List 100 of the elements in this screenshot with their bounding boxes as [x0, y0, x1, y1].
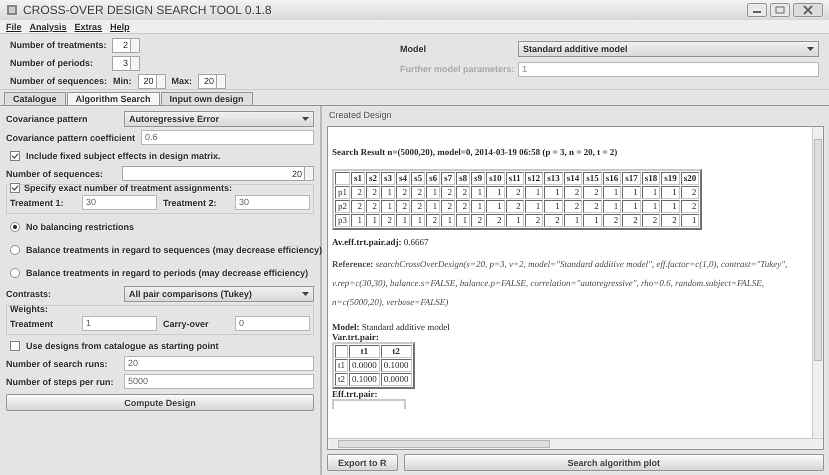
column-header: t2 [380, 345, 412, 358]
radio-button[interactable] [10, 222, 20, 232]
table-cell: 1 [471, 186, 486, 199]
table-cell: 1 [602, 200, 622, 213]
table-cell: 2 [583, 200, 602, 213]
field-label: Number of sequences: [6, 168, 104, 178]
table-cell: 2 [506, 200, 524, 213]
vertical-scrollbar[interactable] [812, 127, 823, 438]
table-cell: 1 [381, 186, 396, 199]
tab[interactable]: Catalogue [4, 92, 66, 105]
column-header: s11 [506, 172, 524, 185]
table-cell: 2 [426, 214, 440, 227]
table-cell [335, 345, 348, 358]
table-cell: 2 [564, 186, 582, 199]
table-cell: 2 [456, 200, 470, 213]
menu-item[interactable]: Analysis [30, 22, 67, 32]
column-header: s17 [622, 172, 641, 185]
field-label: Further model parameters: [400, 64, 512, 74]
table-cell: 2 [381, 214, 396, 227]
table-cell: 1 [366, 214, 380, 227]
table-cell: 2 [396, 200, 410, 213]
table-cell: 1 [642, 200, 660, 213]
menu-item[interactable]: File [6, 22, 22, 32]
section-title: Eff.trt.pair: [332, 389, 378, 399]
window-title: CROSS-OVER DESIGN SEARCH TOOL 0.1.8 [23, 3, 273, 17]
maximize-icon[interactable] [770, 3, 790, 17]
minimize-icon[interactable] [747, 3, 767, 17]
field-label: Min: [113, 76, 132, 86]
model-dropdown[interactable]: Standard additive model [518, 41, 819, 57]
text-field[interactable]: 20 [124, 356, 314, 371]
row-header: p2 [335, 200, 350, 213]
checkbox-label: Use designs from catalogue as starting point [26, 340, 219, 350]
checkbox[interactable] [10, 183, 20, 193]
table-cell: 0.0000 [349, 359, 380, 372]
table-cell: 1 [396, 214, 410, 227]
column-header: t1 [349, 345, 380, 358]
table-cell: 2 [661, 214, 680, 227]
table-cell: 2 [564, 200, 582, 213]
spinner-field[interactable]: 20 [138, 74, 166, 88]
table-cell: 0.1000 [349, 373, 380, 386]
tab[interactable]: Algorithm Search [66, 92, 160, 105]
field-label: Treatment 2: [163, 198, 218, 208]
table-cell: 1 [622, 200, 641, 213]
menu-item[interactable]: Help [110, 22, 130, 32]
checkbox-label: Specify exact number of treatment assignments: [24, 183, 232, 193]
table-cell: 1 [544, 200, 563, 213]
text-field[interactable]: 30 [235, 195, 310, 210]
spinner-field[interactable]: 20 [122, 166, 314, 181]
table-cell: 2 [486, 214, 505, 227]
spinner-field[interactable]: 2 [112, 38, 140, 52]
field-label: Model [400, 44, 427, 54]
table-cell: 1 [661, 186, 680, 199]
text-field[interactable]: 0 [235, 316, 310, 331]
field-label: Treatment [10, 318, 54, 328]
radio-button[interactable] [10, 245, 20, 255]
table-cell: 1 [441, 214, 456, 227]
table-cell: 1 [486, 200, 505, 213]
table-cell: 1 [524, 200, 544, 213]
export-button[interactable]: Export to R [327, 454, 398, 471]
group-label: Weights: [10, 304, 48, 314]
compute-design-button[interactable]: Compute Design [6, 394, 314, 411]
spinner-field[interactable]: 20 [198, 74, 226, 88]
table-cell: 1 [661, 200, 680, 213]
field-label: Number of search runs: [6, 358, 109, 368]
spinner-field[interactable]: 3 [112, 56, 140, 70]
table-cell: 1 [381, 200, 396, 213]
table-cell: 2 [583, 186, 602, 199]
close-icon[interactable] [793, 3, 823, 17]
table-cell: 1 [506, 214, 524, 227]
checkbox[interactable] [10, 340, 20, 350]
efficiency-text: Av.eff.trt.pair.adj: 0.6667 [332, 236, 430, 249]
field-label: Carry-over [163, 318, 210, 328]
radio-label: No balancing restrictions [26, 222, 134, 232]
table-cell: 2 [602, 214, 622, 227]
text-field[interactable]: 5000 [124, 374, 314, 389]
checkbox[interactable] [10, 150, 20, 160]
covariance-dropdown[interactable]: Autoregressive Error [124, 111, 314, 127]
column-header: s2 [366, 172, 380, 185]
column-header: s9 [471, 172, 486, 185]
column-header: s20 [680, 172, 700, 185]
column-header: s4 [396, 172, 410, 185]
table-cell: 1 [426, 186, 440, 199]
result-heading: Search Result n=(5000,20), model=0, 2014-03-19 06:58 (p = 3, n = 20, t = 2) [332, 147, 618, 157]
text-field[interactable]: 1 [82, 316, 157, 331]
column-header: s16 [602, 172, 622, 185]
column-header: s3 [381, 172, 396, 185]
text-field[interactable]: 30 [82, 195, 157, 210]
table-cell: 1 [351, 214, 366, 227]
tab[interactable]: Input own design [160, 92, 253, 105]
row-header: t1 [335, 359, 348, 372]
horizontal-scrollbar[interactable] [328, 438, 823, 449]
table-cell: 1 [583, 214, 602, 227]
menu-item[interactable]: Extras [74, 22, 102, 32]
text-field[interactable]: 0.6 [141, 130, 314, 145]
field-label: Contrasts: [6, 289, 52, 299]
radio-button[interactable] [10, 268, 20, 278]
contrasts-dropdown[interactable]: All pair comparisons (Tukey) [124, 286, 314, 302]
plot-button[interactable]: Search algorithm plot [404, 454, 824, 471]
field-label: Number of treatments: [10, 40, 106, 50]
row-header: p1 [335, 186, 350, 199]
